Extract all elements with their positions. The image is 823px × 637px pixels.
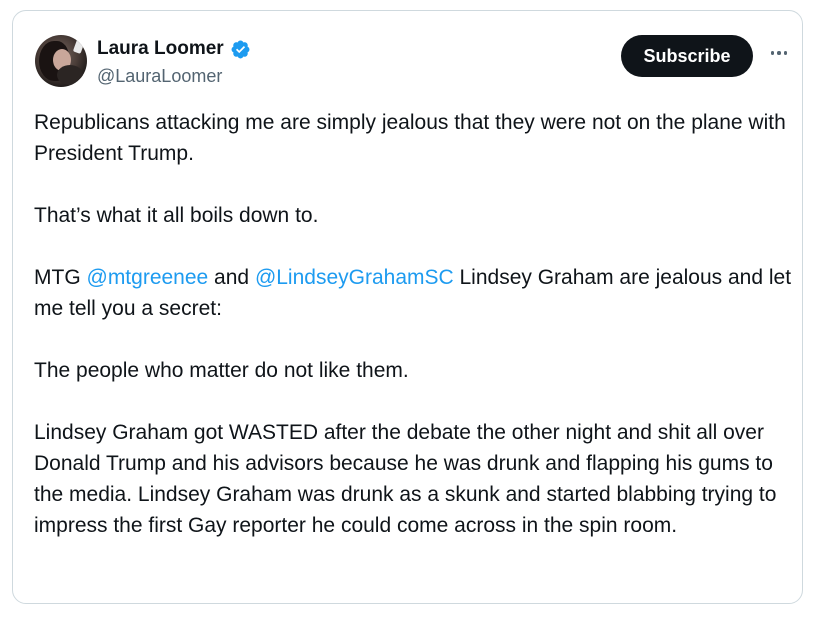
dot (783, 51, 788, 55)
avatar-dog (57, 65, 83, 85)
author-name-row: Laura Loomer (97, 38, 251, 60)
tweet-paragraph-4: The people who matter do not like them. (34, 359, 409, 382)
dot (770, 51, 775, 55)
author-display-name[interactable]: Laura Loomer (97, 38, 224, 60)
tweet-text: Republicans attacking me are simply jeal… (34, 107, 794, 541)
tweet-card: Laura Loomer @LauraLoomer Subscribe Repu… (12, 10, 803, 604)
tweet-paragraph-1: Republicans attacking me are simply jeal… (34, 111, 786, 165)
dot (777, 51, 781, 55)
tweet-text-segment: and (208, 266, 255, 289)
subscribe-button[interactable]: Subscribe (621, 35, 753, 77)
mention-link-lindseygrahamsc[interactable]: @LindseyGrahamSC (255, 266, 454, 289)
tweet-paragraph-5: Lindsey Graham got WASTED after the deba… (34, 421, 777, 537)
more-options-icon[interactable] (765, 43, 793, 63)
author-handle[interactable]: @LauraLoomer (97, 66, 222, 87)
avatar-accent (72, 38, 86, 54)
tweet-text-segment: MTG (34, 266, 87, 289)
avatar[interactable] (35, 35, 87, 87)
mention-link-mtgreenee[interactable]: @mtgreenee (87, 266, 209, 289)
verified-badge-icon (231, 40, 250, 58)
tweet-paragraph-3: MTG @mtgreenee and @LindseyGrahamSC Lind… (34, 262, 794, 324)
tweet-paragraph-2: That’s what it all boils down to. (34, 204, 319, 227)
